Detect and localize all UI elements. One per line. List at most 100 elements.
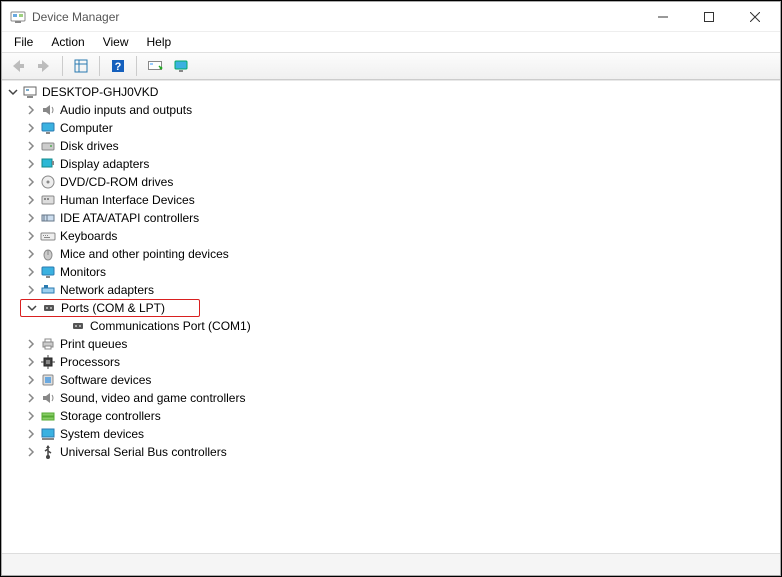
expand-icon[interactable] bbox=[24, 427, 38, 441]
expand-icon[interactable] bbox=[24, 373, 38, 387]
port-icon bbox=[70, 318, 86, 334]
node-label: Software devices bbox=[60, 373, 151, 387]
forward-button[interactable] bbox=[32, 54, 56, 78]
keyboard-icon bbox=[40, 228, 56, 244]
tree-node-keyboards[interactable]: Keyboards bbox=[2, 227, 780, 245]
help-button[interactable]: ? bbox=[106, 54, 130, 78]
toolbar-separator bbox=[62, 56, 63, 76]
tree-node-processors[interactable]: Processors bbox=[2, 353, 780, 371]
statusbar bbox=[2, 553, 780, 575]
node-label: Keyboards bbox=[60, 229, 117, 243]
node-label: Mice and other pointing devices bbox=[60, 247, 229, 261]
tree-node-software[interactable]: Software devices bbox=[2, 371, 780, 389]
tree-node-system[interactable]: System devices bbox=[2, 425, 780, 443]
menu-file[interactable]: File bbox=[6, 34, 41, 50]
tree-node-storage[interactable]: Storage controllers bbox=[2, 407, 780, 425]
back-button[interactable] bbox=[6, 54, 30, 78]
expand-icon[interactable] bbox=[24, 175, 38, 189]
ide-icon bbox=[40, 210, 56, 226]
disk-icon bbox=[40, 138, 56, 154]
tree-node-display[interactable]: Display adapters bbox=[2, 155, 780, 173]
speaker-icon bbox=[40, 102, 56, 118]
expand-icon[interactable] bbox=[24, 193, 38, 207]
device-manager-window: Device Manager File Action View Help ? bbox=[1, 1, 781, 576]
expand-icon[interactable] bbox=[24, 355, 38, 369]
speaker-icon bbox=[40, 390, 56, 406]
expand-icon[interactable] bbox=[24, 391, 38, 405]
collapse-icon[interactable] bbox=[6, 85, 20, 99]
node-label: Print queues bbox=[60, 337, 127, 351]
titlebar: Device Manager bbox=[2, 2, 780, 32]
scan-hardware-button[interactable] bbox=[143, 54, 167, 78]
monitor-icon bbox=[40, 264, 56, 280]
tree-node-ide[interactable]: IDE ATA/ATAPI controllers bbox=[2, 209, 780, 227]
storage-icon bbox=[40, 408, 56, 424]
node-label: Audio inputs and outputs bbox=[60, 103, 192, 117]
close-button[interactable] bbox=[732, 2, 778, 32]
tree-node-sound[interactable]: Sound, video and game controllers bbox=[2, 389, 780, 407]
tree-node-disk[interactable]: Disk drives bbox=[2, 137, 780, 155]
node-label: System devices bbox=[60, 427, 144, 441]
node-label: Network adapters bbox=[60, 283, 154, 297]
software-icon bbox=[40, 372, 56, 388]
node-label: Universal Serial Bus controllers bbox=[60, 445, 227, 459]
tree-node-dvd[interactable]: DVD/CD-ROM drives bbox=[2, 173, 780, 191]
expand-icon[interactable] bbox=[24, 139, 38, 153]
display-adapter-icon bbox=[40, 156, 56, 172]
device-tree[interactable]: DESKTOP-GHJ0VKD Audio inputs and outputs… bbox=[2, 80, 780, 553]
tree-node-ports[interactable]: Ports (COM & LPT) bbox=[20, 299, 200, 317]
computer-icon bbox=[22, 84, 38, 100]
system-icon bbox=[40, 426, 56, 442]
expand-icon[interactable] bbox=[24, 157, 38, 171]
tree-node-mice[interactable]: Mice and other pointing devices bbox=[2, 245, 780, 263]
leaf-label: Communications Port (COM1) bbox=[90, 319, 251, 333]
root-label: DESKTOP-GHJ0VKD bbox=[42, 85, 158, 99]
expand-icon[interactable] bbox=[24, 265, 38, 279]
node-label: Processors bbox=[60, 355, 120, 369]
expand-icon[interactable] bbox=[24, 229, 38, 243]
menu-action[interactable]: Action bbox=[43, 34, 92, 50]
node-label: Computer bbox=[60, 121, 113, 135]
toolbar-separator bbox=[99, 56, 100, 76]
expand-icon[interactable] bbox=[24, 337, 38, 351]
tree-node-usb[interactable]: Universal Serial Bus controllers bbox=[2, 443, 780, 461]
tree-node-printqueues[interactable]: Print queues bbox=[2, 335, 780, 353]
menu-help[interactable]: Help bbox=[139, 34, 180, 50]
expand-icon[interactable] bbox=[24, 211, 38, 225]
network-icon bbox=[40, 282, 56, 298]
expand-icon[interactable] bbox=[24, 247, 38, 261]
tree-root[interactable]: DESKTOP-GHJ0VKD bbox=[2, 83, 780, 101]
tree-leaf-comport[interactable]: Communications Port (COM1) bbox=[2, 317, 780, 335]
expand-icon[interactable] bbox=[24, 409, 38, 423]
node-label: Disk drives bbox=[60, 139, 119, 153]
menubar: File Action View Help bbox=[2, 32, 780, 52]
window-title: Device Manager bbox=[32, 10, 640, 24]
port-icon bbox=[41, 300, 57, 316]
node-label: Sound, video and game controllers bbox=[60, 391, 245, 405]
expand-icon[interactable] bbox=[24, 121, 38, 135]
toolbar-separator bbox=[136, 56, 137, 76]
menu-view[interactable]: View bbox=[95, 34, 137, 50]
usb-icon bbox=[40, 444, 56, 460]
node-label: IDE ATA/ATAPI controllers bbox=[60, 211, 199, 225]
tree-node-network[interactable]: Network adapters bbox=[2, 281, 780, 299]
tree-node-computer[interactable]: Computer bbox=[2, 119, 780, 137]
node-label: DVD/CD-ROM drives bbox=[60, 175, 173, 189]
tree-node-monitors[interactable]: Monitors bbox=[2, 263, 780, 281]
tree-node-hid[interactable]: Human Interface Devices bbox=[2, 191, 780, 209]
node-label: Monitors bbox=[60, 265, 106, 279]
show-hide-tree-button[interactable] bbox=[69, 54, 93, 78]
toolbar: ? bbox=[2, 52, 780, 80]
node-label: Storage controllers bbox=[60, 409, 161, 423]
minimize-button[interactable] bbox=[640, 2, 686, 32]
expand-icon[interactable] bbox=[24, 103, 38, 117]
app-icon bbox=[10, 9, 26, 25]
node-label: Ports (COM & LPT) bbox=[61, 301, 165, 315]
monitor-icon bbox=[40, 120, 56, 136]
maximize-button[interactable] bbox=[686, 2, 732, 32]
collapse-icon[interactable] bbox=[25, 301, 39, 315]
monitor-button[interactable] bbox=[169, 54, 193, 78]
expand-icon[interactable] bbox=[24, 283, 38, 297]
expand-icon[interactable] bbox=[24, 445, 38, 459]
tree-node-audio[interactable]: Audio inputs and outputs bbox=[2, 101, 780, 119]
